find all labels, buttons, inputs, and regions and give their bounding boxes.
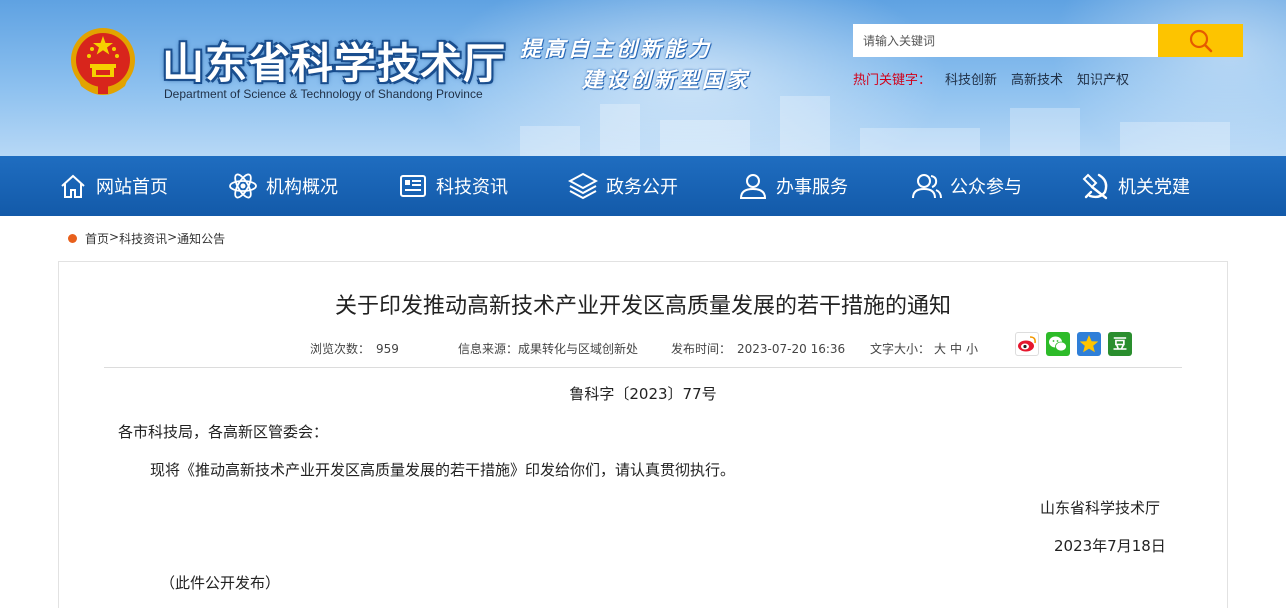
breadcrumb-link-notice[interactable]: 通知公告 xyxy=(177,230,225,247)
meta-views-value: 959 xyxy=(376,342,399,356)
nav-item-label: 公众参与 xyxy=(950,177,1022,198)
banner-skyline xyxy=(520,126,580,156)
nav-item-affairs[interactable]: 政务公开 xyxy=(568,156,678,216)
fontsize-small-link[interactable]: 小 xyxy=(966,342,978,356)
meta-fontsize-label: 文字大小： xyxy=(870,342,931,356)
breadcrumb-dot-icon xyxy=(68,234,77,243)
signature-organization: 山东省科学技术厅 xyxy=(1040,499,1161,517)
breadcrumb-link-news[interactable]: 科技资讯 xyxy=(119,230,167,247)
nav-item-services[interactable]: 办事服务 xyxy=(738,156,848,216)
qzone-icon xyxy=(1079,335,1099,353)
home-icon xyxy=(61,174,85,198)
nav-item-public[interactable]: 公众参与 xyxy=(912,156,1022,216)
meta-source-label: 信息来源： xyxy=(458,342,519,356)
share-qzone-button[interactable] xyxy=(1077,332,1101,356)
nav-item-label: 网站首页 xyxy=(96,177,168,198)
hot-keyword-link[interactable]: 高新技术 xyxy=(1011,69,1063,88)
meta-time-value: 2023-07-20 16:36 xyxy=(737,342,846,356)
fontsize-medium-link[interactable]: 中 xyxy=(950,342,962,356)
search-icon xyxy=(1189,29,1212,52)
party-emblem-icon xyxy=(1082,173,1108,200)
article-title: 关于印发推动高新技术产业开发区高质量发展的若干措施的通知 xyxy=(334,294,951,319)
article-divider xyxy=(104,367,1182,368)
main-nav: 网站首页 机构概况 科技资讯 政务公开 办事服务 公众参与 机关党建 xyxy=(0,156,1286,216)
nav-item-party[interactable]: 机关党建 xyxy=(1080,156,1190,216)
release-note: （此件公开发布） xyxy=(160,574,281,592)
search-button[interactable] xyxy=(1158,24,1243,57)
nav-item-label: 机关党建 xyxy=(1118,177,1190,198)
banner-skyline xyxy=(660,120,750,156)
signature-date: 2023年7月18日 xyxy=(1054,537,1166,555)
banner-skyline xyxy=(600,104,640,156)
share-weibo-button[interactable] xyxy=(1015,332,1039,356)
meta-fontsize: 文字大小：大中小 xyxy=(870,340,978,357)
site-subtitle: Department of Science & Technology of Sh… xyxy=(164,87,483,101)
slogan-line-1: 提高自主创新能力 xyxy=(520,36,712,61)
hot-keyword-link[interactable]: 知识产权 xyxy=(1077,69,1129,88)
meta-source-value: 成果转化与区域创新处 xyxy=(518,342,639,356)
meta-source: 信息来源：成果转化与区域创新处 xyxy=(458,340,638,357)
slogan-line-2: 建设创新型国家 xyxy=(582,67,750,92)
hot-keyword-link[interactable]: 科技创新 xyxy=(945,69,997,88)
article-paragraph: 现将《推动高新技术产业开发区高质量发展的若干措施》印发给你们，请认真贯彻执行。 xyxy=(150,461,736,479)
user-icon xyxy=(739,174,767,199)
breadcrumb-separator: > xyxy=(167,230,178,244)
nav-item-label: 办事服务 xyxy=(776,177,848,198)
share-wechat-button[interactable] xyxy=(1046,332,1070,356)
weibo-icon xyxy=(1018,336,1036,352)
breadcrumb: 首页 > 科技资讯 > 通知公告 xyxy=(68,230,225,247)
nav-item-label: 科技资讯 xyxy=(436,177,508,198)
users-icon xyxy=(912,174,942,199)
wechat-icon xyxy=(1049,336,1067,352)
document-number: 鲁科字〔2023〕77号 xyxy=(569,385,717,403)
national-emblem-logo xyxy=(71,28,135,95)
banner-skyline xyxy=(860,128,980,156)
atom-icon xyxy=(229,173,257,199)
nav-item-label: 政务公开 xyxy=(606,177,678,198)
nav-item-about[interactable]: 机构概况 xyxy=(228,156,338,216)
article-salutation: 各市科技局，各高新区管委会： xyxy=(118,423,329,441)
site-title: 山东省科学技术厅 xyxy=(162,39,507,88)
douban-icon: 豆 xyxy=(1113,337,1127,353)
share-douban-button[interactable]: 豆 xyxy=(1108,332,1132,356)
hot-keywords: 热门关键字： 科技创新 高新技术 知识产权 xyxy=(853,69,1129,88)
banner-skyline xyxy=(1010,108,1080,156)
meta-views-label: 浏览次数： xyxy=(310,342,371,356)
banner-skyline xyxy=(780,96,830,156)
nav-item-label: 机构概况 xyxy=(266,177,338,198)
fontsize-large-link[interactable]: 大 xyxy=(934,342,946,356)
nav-item-home[interactable]: 网站首页 xyxy=(58,156,168,216)
layers-icon xyxy=(568,172,598,200)
search-input[interactable] xyxy=(853,24,1158,57)
breadcrumb-link-home[interactable]: 首页 xyxy=(85,230,109,247)
meta-views: 浏览次数： 959 xyxy=(310,340,399,357)
meta-time-label: 发布时间： xyxy=(671,342,732,356)
nav-item-news[interactable]: 科技资讯 xyxy=(398,156,508,216)
news-icon xyxy=(400,175,426,197)
breadcrumb-separator: > xyxy=(109,230,120,244)
hot-keywords-label: 热门关键字： xyxy=(853,73,932,88)
meta-time: 发布时间： 2023-07-20 16:36 xyxy=(671,340,845,357)
banner-skyline xyxy=(1120,122,1230,156)
